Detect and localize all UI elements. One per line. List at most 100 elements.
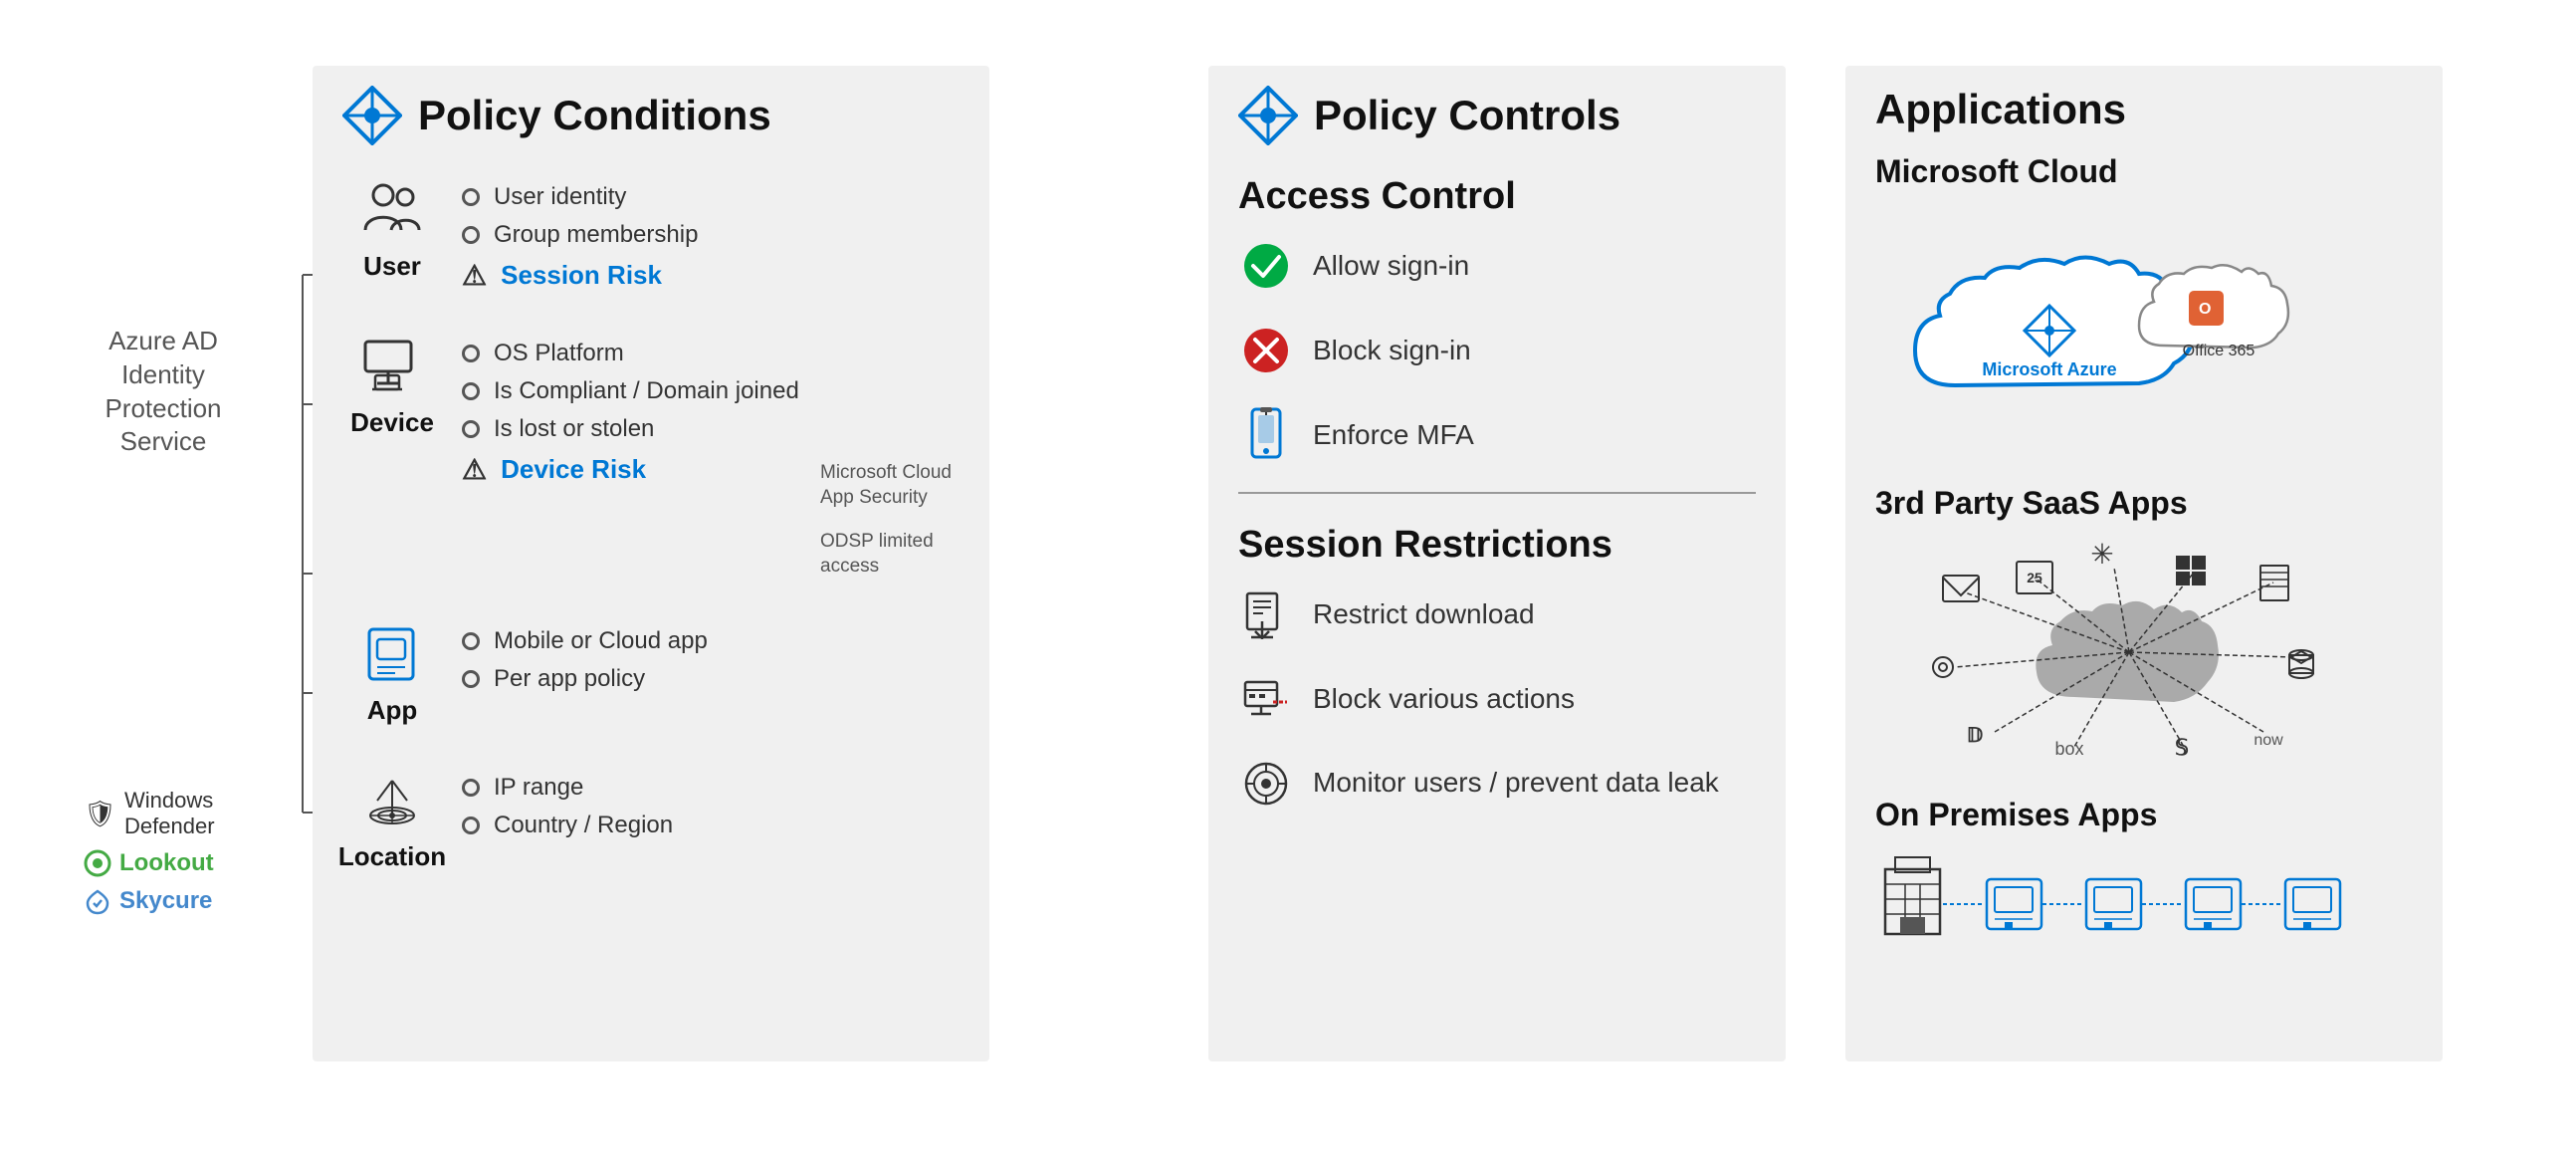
svg-text:now: now bbox=[2254, 732, 2283, 749]
app-condition-group: App Mobile or Cloud app Per app policy bbox=[342, 619, 960, 726]
bullet-circle bbox=[462, 382, 480, 400]
applications-title: Applications bbox=[1875, 86, 2413, 133]
device-label: Device bbox=[350, 407, 434, 438]
monitor-users-icon bbox=[1238, 756, 1293, 811]
saas-title: 3rd Party SaaS Apps bbox=[1875, 485, 2413, 522]
policy-conditions-title: Policy Conditions bbox=[418, 92, 771, 139]
user-icon bbox=[357, 175, 427, 245]
block-actions-item: Block various actions bbox=[1238, 671, 1756, 726]
on-premises-area bbox=[1875, 849, 2413, 949]
svg-text:𝔻: 𝔻 bbox=[1967, 725, 1983, 747]
ms-cloud-title: Microsoft Cloud bbox=[1875, 153, 2413, 190]
saas-area: 25 ✳ 𝔻 bbox=[1875, 538, 2413, 777]
restrict-download-item: Restrict download bbox=[1238, 586, 1756, 641]
user-identity-item: User identity bbox=[462, 183, 960, 211]
location-icon bbox=[357, 766, 427, 835]
block-signin-text: Block sign-in bbox=[1313, 335, 1471, 366]
skycure-icon bbox=[84, 887, 111, 915]
policy-controls-title: Policy Controls bbox=[1314, 92, 1620, 139]
location-icon-block: Location bbox=[342, 766, 442, 872]
policy-controls-diamond-icon bbox=[1238, 86, 1298, 145]
bullet-circle bbox=[462, 817, 480, 834]
group-membership-text: Group membership bbox=[494, 221, 698, 249]
user-identity-text: User identity bbox=[494, 183, 626, 211]
compliant-item: Is Compliant / Domain joined bbox=[462, 377, 800, 405]
lookout-icon bbox=[84, 849, 111, 877]
lookout-item: Lookout bbox=[84, 849, 243, 877]
session-risk-item: ⚠ Session Risk bbox=[462, 259, 960, 292]
policy-conditions-box: Policy Conditions User User ide bbox=[313, 66, 989, 1061]
svg-text:✳: ✳ bbox=[2090, 539, 2113, 570]
shield-icon: 🛡 bbox=[84, 799, 116, 829]
app-items: Mobile or Cloud app Per app policy bbox=[462, 619, 960, 693]
skycure-label: Skycure bbox=[119, 887, 212, 915]
block-signin-icon bbox=[1238, 323, 1293, 377]
mobile-cloud-item: Mobile or Cloud app bbox=[462, 627, 960, 655]
compliant-text: Is Compliant / Domain joined bbox=[494, 377, 799, 405]
os-platform-text: OS Platform bbox=[494, 340, 624, 367]
app-icon-block: App bbox=[342, 619, 442, 726]
policy-controls-header: Policy Controls bbox=[1238, 86, 1756, 145]
vendor-icons: 🛡 Windows Defender Lookout Skycure bbox=[84, 788, 243, 915]
monitor-users-text: Monitor users / prevent data leak bbox=[1313, 765, 1719, 801]
block-actions-text: Block various actions bbox=[1313, 683, 1575, 715]
left-connector bbox=[263, 195, 313, 892]
odsp-note: ODSP limited access bbox=[820, 530, 960, 579]
country-region-item: Country / Region bbox=[462, 812, 960, 839]
on-premises-title: On Premises Apps bbox=[1875, 797, 2413, 833]
session-risk-text: Session Risk bbox=[501, 260, 662, 291]
warning-icon: ⚠ bbox=[462, 259, 487, 292]
left-section: Azure AD Identity Protection Service 🛡 W… bbox=[84, 66, 989, 1061]
svg-text:box: box bbox=[2054, 739, 2083, 759]
ip-range-item: IP range bbox=[462, 774, 960, 802]
device-icon-block: Device bbox=[342, 332, 442, 438]
allow-signin-item: Allow sign-in bbox=[1238, 238, 1756, 293]
allow-signin-icon bbox=[1238, 238, 1293, 293]
block-signin-item: Block sign-in bbox=[1238, 323, 1756, 377]
os-platform-item: OS Platform bbox=[462, 340, 800, 367]
ms-cloud-svg: Microsoft Azure O Office 365 bbox=[1875, 206, 2433, 455]
policy-controls-box: Policy Controls Access Control Allow sig… bbox=[1208, 66, 1786, 1061]
bullet-circle bbox=[462, 670, 480, 688]
bullet-circle bbox=[462, 188, 480, 206]
monitor-users-item: Monitor users / prevent data leak bbox=[1238, 756, 1756, 811]
block-actions-icon bbox=[1238, 671, 1293, 726]
session-restrictions-section: Session Restrictions Restrict download bbox=[1238, 524, 1756, 811]
policy-conditions-header: Policy Conditions bbox=[342, 86, 960, 145]
user-condition-group: User User identity Group membership ⚠ Se… bbox=[342, 175, 960, 292]
windows-defender-item: 🛡 Windows Defender bbox=[84, 788, 243, 839]
user-icon-block: User bbox=[342, 175, 442, 282]
lost-stolen-item: Is lost or stolen bbox=[462, 415, 800, 443]
bullet-circle bbox=[462, 345, 480, 362]
ms-cloud-area: Microsoft Azure O Office 365 bbox=[1875, 206, 2413, 465]
per-app-item: Per app policy bbox=[462, 665, 960, 693]
left-bracket-svg bbox=[263, 195, 313, 892]
bullet-circle bbox=[462, 420, 480, 438]
location-items: IP range Country / Region bbox=[462, 766, 960, 839]
access-control-title: Access Control bbox=[1238, 175, 1756, 218]
mobile-cloud-text: Mobile or Cloud app bbox=[494, 627, 708, 655]
bullet-circle bbox=[462, 632, 480, 650]
bullet-circle bbox=[462, 226, 480, 244]
access-control-section: Access Control Allow sign-in bbox=[1238, 175, 1756, 462]
saas-svg: 25 ✳ 𝔻 bbox=[1875, 538, 2433, 777]
mcas-note: Microsoft Cloud App Security bbox=[820, 461, 960, 510]
warning-icon: ⚠ bbox=[462, 453, 487, 486]
windows-defender-label: Windows Defender bbox=[124, 788, 243, 839]
external-notes: Microsoft Cloud App Security ODSP limite… bbox=[820, 332, 960, 580]
app-label: App bbox=[367, 695, 418, 726]
user-items: User identity Group membership ⚠ Session… bbox=[462, 175, 960, 292]
country-region-text: Country / Region bbox=[494, 812, 673, 839]
svg-text:O: O bbox=[2199, 301, 2211, 318]
ip-range-text: IP range bbox=[494, 774, 583, 802]
allow-signin-text: Allow sign-in bbox=[1313, 250, 1469, 282]
app-icon bbox=[357, 619, 427, 689]
enforce-mfa-item: Enforce MFA bbox=[1238, 407, 1756, 462]
session-restrictions-title: Session Restrictions bbox=[1238, 524, 1756, 567]
device-icon bbox=[357, 332, 427, 401]
enforce-mfa-text: Enforce MFA bbox=[1313, 419, 1474, 451]
restrict-download-text: Restrict download bbox=[1313, 598, 1535, 630]
main-container: Azure AD Identity Protection Service 🛡 W… bbox=[44, 36, 2532, 1131]
svg-text:Microsoft Azure: Microsoft Azure bbox=[1982, 359, 2116, 379]
group-membership-item: Group membership bbox=[462, 221, 960, 249]
